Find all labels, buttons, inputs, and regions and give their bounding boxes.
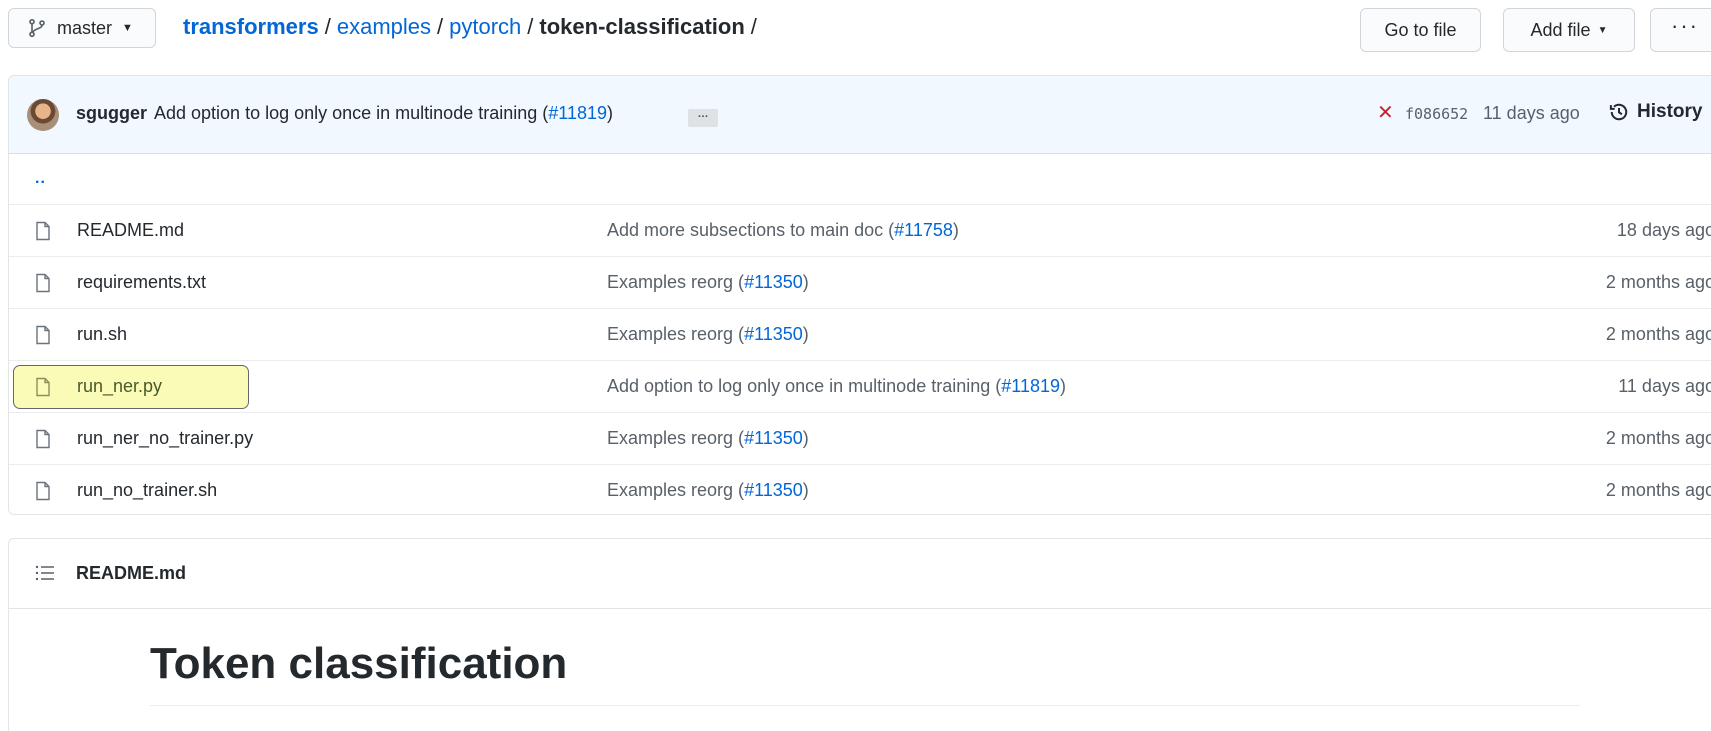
repo-toolbar: master ▼ transformers / examples / pytor… [0, 0, 1711, 60]
go-to-file-label: Go to file [1384, 19, 1457, 40]
history-icon [1609, 103, 1628, 121]
file-pr-link[interactable]: #11350 [744, 272, 803, 292]
add-file-button[interactable]: Add file ▼ [1503, 8, 1635, 52]
file-row[interactable]: run_no_trainer.sh Examples reorg (#11350… [9, 464, 1711, 514]
breadcrumb-examples-link[interactable]: examples [337, 14, 431, 40]
commit-time: 11 days ago [1483, 103, 1580, 123]
breadcrumb-repo-link[interactable]: transformers [183, 14, 319, 40]
file-commit-message-text: Examples reorg ( [607, 428, 745, 448]
file-commit-time: 2 months ago [1605, 428, 1711, 448]
file-icon [36, 273, 50, 293]
commit-expand-button[interactable]: … [688, 109, 718, 127]
file-commit-time: 11 days ago [1618, 376, 1711, 396]
commit-message[interactable]: Add option to log only once in multinode… [154, 103, 613, 124]
file-pr-link[interactable]: #11758 [894, 220, 953, 240]
commit-sha-link[interactable]: f086652 [1405, 105, 1468, 123]
breadcrumb-separator: / [324, 14, 331, 39]
history-link[interactable]: History [1609, 101, 1702, 123]
file-commit-message[interactable]: Examples reorg (#11350) [607, 428, 809, 449]
file-commit-message-text: Examples reorg ( [607, 324, 745, 344]
file-commit-message[interactable]: Examples reorg (#11350) [607, 324, 809, 345]
ci-failure-icon[interactable]: ✕ [1377, 100, 1394, 125]
commit-message-end: ) [607, 103, 613, 123]
file-commit-time: 2 months ago [1605, 272, 1711, 292]
file-name-link[interactable]: run_no_trainer.sh [77, 480, 217, 501]
readme-header: README.md [9, 539, 1711, 609]
file-icon [36, 377, 50, 397]
commit-author-link[interactable]: sgugger [76, 103, 147, 124]
go-to-file-button[interactable]: Go to file [1360, 8, 1481, 52]
file-pr-link[interactable]: #11350 [744, 324, 803, 344]
history-label: History [1637, 101, 1703, 122]
file-pr-link[interactable]: #11350 [744, 480, 803, 500]
file-row[interactable]: run.sh Examples reorg (#11350) 2 months … [9, 308, 1711, 360]
file-icon [36, 325, 50, 345]
file-name-link[interactable]: README.md [77, 220, 184, 241]
file-commit-message-text: Examples reorg ( [607, 272, 745, 292]
breadcrumb: transformers / examples / pytorch / toke… [183, 14, 763, 40]
chevron-down-icon: ▼ [122, 22, 133, 34]
file-name-link[interactable]: run.sh [77, 324, 127, 345]
file-pr-link[interactable]: #11350 [744, 428, 803, 448]
latest-commit-bar: sgugger Add option to log only once in m… [9, 76, 1711, 154]
file-commit-message-end: ) [952, 220, 959, 240]
list-unordered-icon[interactable] [35, 564, 55, 582]
file-commit-message-text: Examples reorg ( [607, 480, 745, 500]
git-branch-icon [29, 18, 45, 38]
file-row[interactable]: run_ner_no_trainer.py Examples reorg (#1… [9, 412, 1711, 464]
breadcrumb-pytorch-link[interactable]: pytorch [449, 14, 521, 40]
readme-panel: README.md Token classification [8, 538, 1711, 731]
file-commit-message-end: ) [1060, 376, 1066, 396]
file-commit-message-end: ) [802, 324, 809, 344]
file-commit-time: 2 months ago [1605, 324, 1711, 344]
commit-pr-link[interactable]: #11819 [548, 103, 607, 123]
readme-filename[interactable]: README.md [76, 563, 186, 584]
file-commit-time: 2 months ago [1605, 480, 1711, 500]
file-commit-message-end: ) [802, 480, 809, 500]
file-commit-message-end: ) [802, 428, 809, 448]
file-commit-message-end: ) [802, 272, 809, 292]
file-name-link[interactable]: run_ner.py [77, 376, 162, 397]
file-commit-message[interactable]: Add more subsections to main doc (#11758… [607, 220, 959, 241]
file-row[interactable]: requirements.txt Examples reorg (#11350)… [9, 256, 1711, 308]
file-navigation-box: sgugger Add option to log only once in m… [8, 75, 1711, 515]
file-name-link[interactable]: run_ner_no_trainer.py [77, 428, 253, 449]
heading-divider [150, 705, 1580, 706]
breadcrumb-current: token-classification [539, 14, 745, 39]
file-commit-message-text: Add more subsections to main doc ( [607, 220, 895, 240]
file-icon [36, 481, 50, 501]
breadcrumb-trailing-slash: / [750, 14, 757, 39]
file-icon [36, 429, 50, 449]
file-commit-message-text: Add option to log only once in multinode… [607, 376, 1002, 396]
file-commit-time: 18 days ago [1616, 220, 1711, 240]
parent-directory-link[interactable]: .. [35, 170, 46, 188]
file-name-link[interactable]: requirements.txt [77, 272, 206, 293]
file-row[interactable]: run_ner.py Add option to log only once i… [9, 360, 1711, 412]
file-pr-link[interactable]: #11819 [1001, 376, 1060, 396]
chevron-down-icon: ▼ [1597, 24, 1608, 36]
more-options-button[interactable]: ··· [1650, 8, 1711, 52]
branch-selector-button[interactable]: master ▼ [8, 8, 156, 48]
file-commit-message[interactable]: Add option to log only once in multinode… [607, 376, 1066, 397]
breadcrumb-separator: / [527, 14, 534, 39]
avatar[interactable] [27, 99, 59, 131]
readme-heading: Token classification [150, 639, 568, 688]
add-file-label: Add file [1530, 19, 1591, 40]
kebab-horizontal-icon: ··· [1671, 13, 1699, 38]
commit-message-text: Add option to log only once in multinode… [154, 103, 549, 123]
branch-name: master [57, 17, 113, 38]
file-row[interactable]: README.md Add more subsections to main d… [9, 204, 1711, 256]
breadcrumb-separator: / [437, 14, 444, 39]
parent-directory-row[interactable]: .. [9, 154, 1711, 204]
file-commit-message[interactable]: Examples reorg (#11350) [607, 480, 809, 501]
file-commit-message[interactable]: Examples reorg (#11350) [607, 272, 809, 293]
file-icon [36, 221, 50, 241]
